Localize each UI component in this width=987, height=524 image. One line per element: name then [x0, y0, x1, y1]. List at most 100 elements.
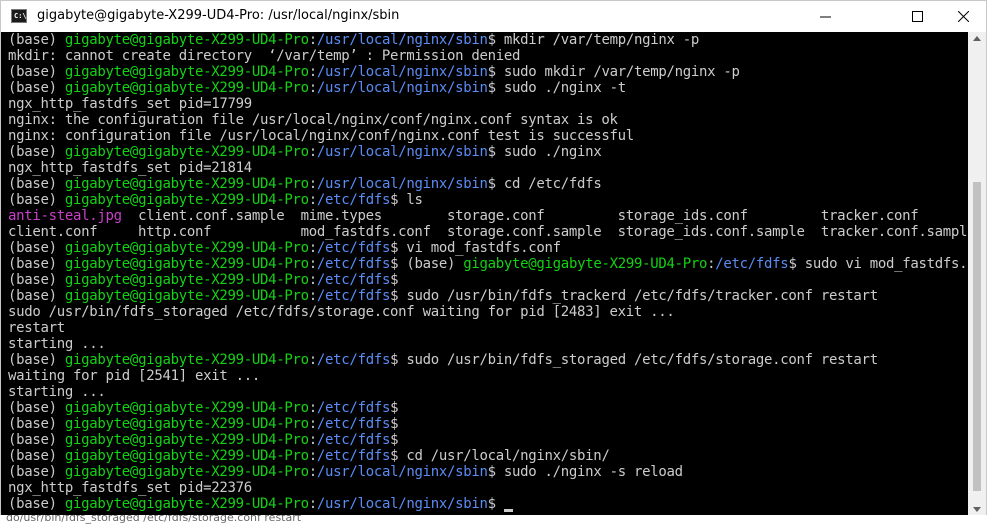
- terminal-line: (base) gigabyte@gigabyte-X299-UD4-Pro:/u…: [8, 496, 513, 512]
- terminal-line: restart: [8, 320, 65, 336]
- terminal-line: (base) gigabyte@gigabyte-X299-UD4-Pro:/e…: [8, 240, 561, 256]
- terminal-text: $ (base): [390, 256, 464, 272]
- terminal-line: (base) gigabyte@gigabyte-X299-UD4-Pro:/e…: [8, 256, 968, 272]
- terminal-text: (base): [8, 32, 65, 48]
- terminal-line: (base) gigabyte@gigabyte-X299-UD4-Pro:/e…: [8, 448, 610, 464]
- prompt-user-host: gigabyte@gigabyte-X299-UD4-Pro: [64, 176, 309, 192]
- prompt-path: /usr/local/nginx/sbin: [316, 32, 488, 48]
- maximize-button[interactable]: [894, 1, 940, 32]
- terminal-text: :: [308, 400, 317, 416]
- prompt-user-host: gigabyte@gigabyte-X299-UD4-Pro: [64, 80, 309, 96]
- background-window-text: do/usr/bin/fdfs_storaged /etc/fdfs/stora…: [6, 515, 302, 524]
- terminal-text: :: [308, 80, 317, 96]
- terminal-line: anti-steal.jpg client.conf.sample mime.t…: [8, 208, 919, 224]
- terminal-text: (base): [8, 496, 65, 512]
- prompt-user-host: gigabyte@gigabyte-X299-UD4-Pro: [64, 448, 309, 464]
- terminal-line: (base) gigabyte@gigabyte-X299-UD4-Pro:/u…: [8, 176, 602, 192]
- terminal-text: $ sudo vi mod_fastdfs.co: [788, 256, 968, 272]
- prompt-path: /usr/local/nginx/sbin: [316, 496, 488, 512]
- terminal-text: $ sudo ./nginx -t: [487, 80, 627, 96]
- terminal-text: :: [308, 272, 317, 288]
- terminal-text: $: [390, 416, 399, 432]
- terminal-line: (base) gigabyte@gigabyte-X299-UD4-Pro:/e…: [8, 432, 399, 448]
- terminal-text: (base): [8, 80, 65, 96]
- prompt-path: /usr/local/nginx/sbin: [316, 176, 488, 192]
- terminal-text: (base): [8, 192, 65, 208]
- terminal-window: C:\ gigabyte@gigabyte-X299-UD4-Pro: /usr…: [0, 0, 987, 524]
- terminal-text: $ cd /etc/fdfs: [487, 176, 602, 192]
- terminal-text: $ sudo /usr/bin/fdfs_storaged /etc/fdfs/…: [390, 352, 878, 368]
- prompt-path: /usr/local/nginx/sbin: [316, 144, 488, 160]
- terminal-text: $ cd /usr/local/nginx/sbin/: [390, 448, 610, 464]
- prompt-user-host: gigabyte@gigabyte-X299-UD4-Pro: [64, 32, 309, 48]
- close-button[interactable]: [940, 1, 986, 32]
- prompt-user-host: gigabyte@gigabyte-X299-UD4-Pro: [64, 256, 309, 272]
- terminal-line: (base) gigabyte@gigabyte-X299-UD4-Pro:/u…: [8, 80, 626, 96]
- terminal-text: $ sudo ./nginx: [487, 144, 602, 160]
- prompt-user-host: gigabyte@gigabyte-X299-UD4-Pro: [64, 240, 309, 256]
- terminal-text: client.conf.sample mime.types storage.co…: [121, 208, 919, 224]
- vertical-scrollbar[interactable]: [968, 32, 986, 516]
- text-cursor: [503, 509, 513, 512]
- terminal-line: (base) gigabyte@gigabyte-X299-UD4-Pro:/e…: [8, 192, 423, 208]
- prompt-path: /etc/fdfs: [715, 256, 789, 272]
- minimize-button[interactable]: [802, 1, 848, 32]
- terminal-text: $ mkdir /var/temp/nginx -p: [487, 32, 700, 48]
- terminal-text: :: [308, 496, 317, 512]
- terminal-text: $ vi mod_fastdfs.conf: [390, 240, 561, 256]
- prompt-user-host: gigabyte@gigabyte-X299-UD4-Pro: [64, 400, 309, 416]
- title-bar[interactable]: C:\ gigabyte@gigabyte-X299-UD4-Pro: /usr…: [1, 1, 986, 32]
- prompt-user-host: gigabyte@gigabyte-X299-UD4-Pro: [64, 352, 309, 368]
- terminal-line: (base) gigabyte@gigabyte-X299-UD4-Pro:/e…: [8, 416, 399, 432]
- minimize-icon: [819, 16, 831, 18]
- maximize-icon: [911, 11, 923, 22]
- terminal-text: (base): [8, 288, 65, 304]
- prompt-path: /etc/fdfs: [316, 288, 391, 304]
- terminal-text: $: [390, 400, 399, 416]
- prompt-user-host: gigabyte@gigabyte-X299-UD4-Pro: [64, 416, 309, 432]
- terminal-text: (base): [8, 416, 65, 432]
- prompt-user-host: gigabyte@gigabyte-X299-UD4-Pro: [64, 272, 309, 288]
- terminal-line: (base) gigabyte@gigabyte-X299-UD4-Pro:/u…: [8, 464, 683, 480]
- terminal-line: (base) gigabyte@gigabyte-X299-UD4-Pro:/u…: [8, 32, 699, 48]
- terminal-text: (base): [8, 464, 65, 480]
- terminal-line: (base) gigabyte@gigabyte-X299-UD4-Pro:/e…: [8, 288, 878, 304]
- terminal-text: :: [308, 448, 317, 464]
- terminal-text: :: [308, 416, 317, 432]
- scrollbar-thumb[interactable]: [973, 182, 981, 491]
- terminal-text: :: [308, 352, 317, 368]
- terminal-text: (base): [8, 64, 65, 80]
- terminal-text: starting ...: [8, 384, 106, 400]
- prompt-path: /usr/local/nginx/sbin: [316, 464, 488, 480]
- console-app-icon[interactable]: C:\: [11, 9, 27, 23]
- terminal-text: $: [390, 272, 399, 288]
- terminal-text: $ sudo ./nginx -s reload: [487, 464, 683, 480]
- terminal-text: sudo /usr/bin/fdfs_storaged /etc/fdfs/st…: [8, 304, 675, 320]
- terminal-text: :: [308, 32, 317, 48]
- terminal-text: (base): [8, 272, 65, 288]
- terminal-text: (base): [8, 400, 65, 416]
- terminal-text: restart: [8, 320, 65, 336]
- terminal-line: nginx: configuration file /usr/local/ngi…: [8, 128, 634, 144]
- terminal-text: ngx_http_fastdfs_set pid=21814: [8, 160, 252, 176]
- terminal-line: starting ...: [8, 384, 106, 400]
- terminal-text: (base): [8, 144, 65, 160]
- image-file-name: anti-steal.jpg: [8, 208, 122, 224]
- terminal-text: nginx: configuration file /usr/local/ngi…: [8, 128, 634, 144]
- prompt-user-host: gigabyte@gigabyte-X299-UD4-Pro: [64, 192, 309, 208]
- terminal-text: waiting for pid [2541] exit ...: [8, 368, 260, 384]
- terminal-text: (base): [8, 352, 65, 368]
- scroll-down-arrow-icon[interactable]: [973, 507, 981, 512]
- terminal-text: :: [308, 176, 317, 192]
- prompt-user-host: gigabyte@gigabyte-X299-UD4-Pro: [64, 464, 309, 480]
- scroll-up-arrow-icon[interactable]: [973, 36, 981, 41]
- terminal-output[interactable]: (base) gigabyte@gigabyte-X299-UD4-Pro:/u…: [2, 32, 968, 516]
- terminal-text: $: [390, 432, 399, 448]
- terminal-line: (base) gigabyte@gigabyte-X299-UD4-Pro:/e…: [8, 400, 399, 416]
- terminal-text: :: [308, 192, 317, 208]
- terminal-line: mkdir: cannot create directory ‘/var/tem…: [8, 48, 520, 64]
- prompt-path: /etc/fdfs: [316, 400, 391, 416]
- prompt-path: /etc/fdfs: [316, 272, 391, 288]
- terminal-line: ngx_http_fastdfs_set pid=22376: [8, 480, 252, 496]
- terminal-text: $ ls: [390, 192, 423, 208]
